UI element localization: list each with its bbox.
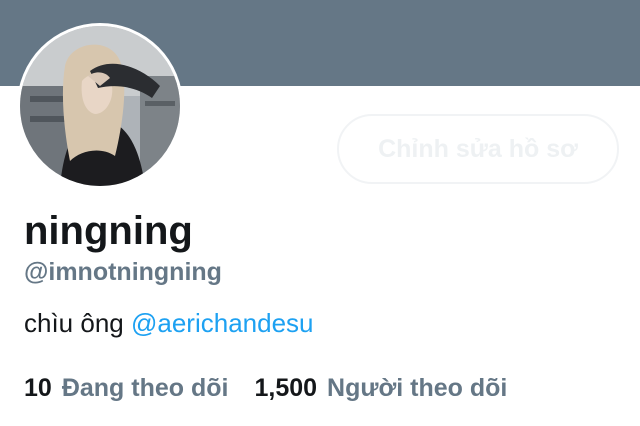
followers-label: Người theo dõi <box>327 374 508 402</box>
avatar[interactable] <box>17 23 183 189</box>
bio-text: chìu ông <box>24 308 131 338</box>
edit-profile-button[interactable]: Chỉnh sửa hồ sơ <box>337 114 619 184</box>
display-name: ningning <box>24 209 193 253</box>
following-count: 10 <box>24 374 52 402</box>
following-label: Đang theo dõi <box>61 374 229 402</box>
profile-stats: 10 Đang theo dõi 1,500 Người theo dõi <box>24 372 533 404</box>
bio-mention-link[interactable]: @aerichandesu <box>131 308 314 338</box>
username-handle: @imnotningning <box>24 258 222 286</box>
followers-link[interactable]: 1,500 Người theo dõi <box>254 372 507 404</box>
following-link[interactable]: 10 Đang theo dõi <box>24 372 228 404</box>
avatar-photo <box>20 26 180 186</box>
followers-count: 1,500 <box>254 374 318 402</box>
bio: chìu ông @aerichandesu <box>24 306 314 340</box>
